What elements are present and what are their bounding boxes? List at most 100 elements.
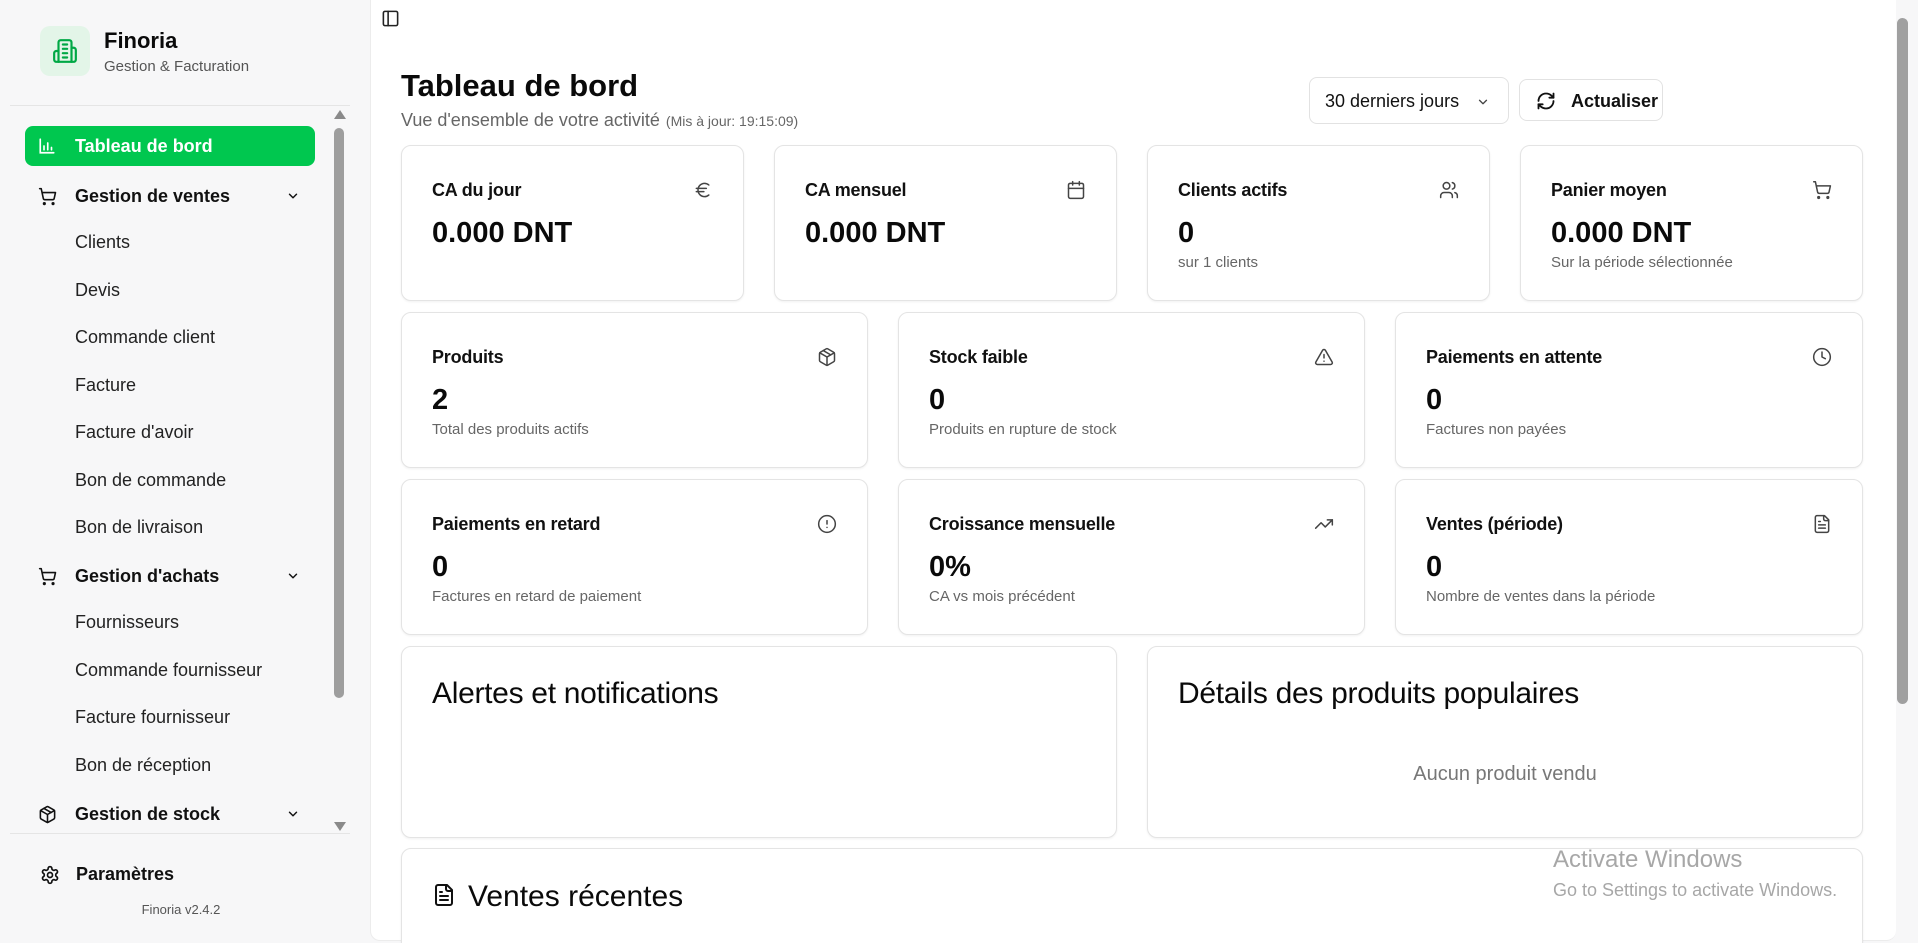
sidebar-group-label: Gestion de stock	[75, 804, 221, 824]
cart-icon	[38, 567, 57, 586]
stat-card-value: 0.000 DNT	[805, 217, 946, 249]
package-icon	[38, 805, 56, 824]
stat-card-value: 0	[929, 384, 946, 416]
watermark-line2: Go to Settings to activate Windows.	[1553, 880, 1838, 900]
cart-icon	[38, 187, 57, 206]
stat-card-value: 0	[1426, 384, 1443, 416]
sidebar-item-fournisseurs[interactable]: Fournisseurs	[75, 612, 179, 633]
sidebar-item-facture-avoir[interactable]: Facture d'avoir	[75, 422, 194, 443]
stat-card-title: Panier moyen	[1551, 180, 1667, 200]
calendar-icon	[1066, 180, 1086, 200]
sidebar-group-stock[interactable]: Gestion de stock	[25, 794, 315, 832]
stat-card-subtitle: Total des produits actifs	[432, 421, 589, 438]
stat-card-value: 0	[1426, 551, 1443, 583]
page-title: Tableau de bord	[401, 68, 639, 103]
building-icon	[40, 26, 90, 76]
users-icon	[1439, 180, 1459, 200]
sidebar-item-bon-de-reception[interactable]: Bon de réception	[75, 755, 211, 776]
scrollbar-thumb[interactable]	[1897, 18, 1908, 704]
chevron-down-icon	[1476, 95, 1490, 109]
sidebar-item-bon-de-livraison[interactable]: Bon de livraison	[75, 517, 203, 538]
euro-icon	[693, 180, 713, 200]
chevron-down-icon	[286, 189, 300, 203]
scroll-up-arrow-icon[interactable]	[334, 110, 346, 119]
stat-card-subtitle: Produits en rupture de stock	[929, 421, 1117, 438]
stat-card-produits: Produits 2 Total des produits actifs	[401, 312, 868, 468]
scroll-down-arrow-icon[interactable]	[334, 822, 346, 831]
alert-triangle-icon	[1314, 347, 1334, 367]
sidebar-group-sales[interactable]: Gestion de ventes	[25, 176, 315, 216]
sidebar-item-commande-client[interactable]: Commande client	[75, 327, 215, 348]
sidebar-nav: Tableau de bord Gestion de ventes Client…	[0, 106, 330, 832]
sidebar-item-bon-de-commande[interactable]: Bon de commande	[75, 470, 226, 491]
empty-state-message: Aucun produit vendu	[1413, 763, 1597, 785]
stat-card-title: CA mensuel	[805, 180, 907, 200]
stat-card-paiements-retard: Paiements en retard 0 Factures en retard…	[401, 479, 868, 635]
stat-card-panier-moyen: Panier moyen 0.000 DNT Sur la période sé…	[1520, 145, 1863, 301]
recent-sales-title: Ventes récentes	[468, 880, 684, 913]
gear-icon	[40, 865, 60, 885]
sidebar-item-devis[interactable]: Devis	[75, 280, 120, 301]
app-version: Finoria v2.4.2	[141, 902, 221, 917]
sidebar-item-label: Tableau de bord	[75, 136, 213, 156]
sidebar-item-dashboard[interactable]: Tableau de bord	[25, 126, 315, 166]
stat-card-value: 0	[1178, 217, 1195, 249]
cart-icon	[1812, 180, 1832, 200]
page-subtitle: Vue d'ensemble de votre activité (Mis à j…	[401, 110, 798, 131]
stat-card-ventes-periode: Ventes (période) 0 Nombre de ventes dans…	[1395, 479, 1863, 635]
popular-products-title: Détails des produits populaires	[1178, 677, 1579, 710]
stat-card-subtitle: CA vs mois précédent	[929, 588, 1075, 605]
sidebar-toggle-icon[interactable]	[381, 9, 400, 28]
brand-name: Finoria	[104, 27, 178, 53]
package-icon	[817, 347, 837, 367]
sidebar-item-clients[interactable]: Clients	[75, 232, 130, 253]
stat-card-title: Croissance mensuelle	[929, 514, 1116, 534]
stat-card-title: Paiements en attente	[1426, 347, 1603, 367]
stat-card-title: Clients actifs	[1178, 180, 1288, 200]
stat-card-value: 2	[432, 384, 449, 416]
stat-card-subtitle: Nombre de ventes dans la période	[1426, 588, 1656, 605]
trending-up-icon	[1314, 514, 1334, 534]
stat-card-title: Ventes (période)	[1426, 514, 1563, 534]
sidebar-item-settings[interactable]: Paramètres	[40, 864, 174, 885]
stat-card-title: Stock faible	[929, 347, 1028, 367]
brand[interactable]: Finoria Gestion & Facturation	[40, 26, 249, 76]
stat-card-clients-actifs: Clients actifs 0 sur 1 clients	[1147, 145, 1490, 301]
brand-subtitle: Gestion & Facturation	[104, 57, 250, 75]
stat-card-title: Produits	[432, 347, 504, 367]
stat-card-title: Paiements en retard	[432, 514, 601, 534]
file-text-icon	[1812, 514, 1832, 534]
sidebar-group-purchases[interactable]: Gestion d'achats	[25, 556, 315, 596]
bar-chart-icon	[38, 137, 56, 155]
last-updated: (Mis à jour: 19:15:09)	[665, 113, 799, 129]
watermark-line1: Activate Windows	[1553, 846, 1743, 873]
refresh-button[interactable]: Actualiser	[1519, 79, 1663, 121]
windows-activation-watermark: Activate Windows Go to Settings to activ…	[1553, 846, 1837, 901]
sidebar-item-facture-fournisseur[interactable]: Facture fournisseur	[75, 707, 230, 728]
stat-card-value: 0%	[929, 551, 971, 583]
main-content: Tableau de bord Vue d'ensemble de votre …	[370, 0, 1896, 943]
alert-circle-icon	[817, 514, 837, 534]
stat-card-title: CA du jour	[432, 180, 522, 200]
stat-card-value: 0.000 DNT	[1551, 217, 1692, 249]
stat-card-value: 0	[432, 551, 449, 583]
period-select[interactable]: 30 derniers jours	[1309, 77, 1509, 124]
stat-card-paiements-attente: Paiements en attente 0 Factures non payé…	[1395, 312, 1863, 468]
stat-card-subtitle: Factures en retard de paiement	[432, 588, 642, 605]
scrollbar-thumb[interactable]	[334, 128, 344, 698]
sidebar-item-facture[interactable]: Facture	[75, 375, 136, 396]
sidebar-scrollbar[interactable]	[330, 110, 348, 832]
main-scrollbar[interactable]	[1896, 18, 1910, 943]
sidebar-item-commande-fournisseur[interactable]: Commande fournisseur	[75, 660, 262, 681]
file-text-icon	[432, 883, 456, 907]
stat-card-subtitle: Sur la période sélectionnée	[1551, 254, 1733, 271]
stat-card-ca-jour: CA du jour 0.000 DNT	[401, 145, 744, 301]
sidebar-group-label: Gestion d'achats	[75, 566, 220, 586]
stat-card-ca-mensuel: CA mensuel 0.000 DNT	[774, 145, 1117, 301]
alerts-title: Alertes et notifications	[432, 677, 719, 710]
chevron-down-icon	[286, 807, 300, 821]
sidebar-group-label: Gestion de ventes	[75, 186, 231, 206]
refresh-icon	[1536, 91, 1556, 111]
settings-label: Paramètres	[76, 864, 175, 884]
stat-card-croissance: Croissance mensuelle 0% CA vs mois précé…	[898, 479, 1365, 635]
